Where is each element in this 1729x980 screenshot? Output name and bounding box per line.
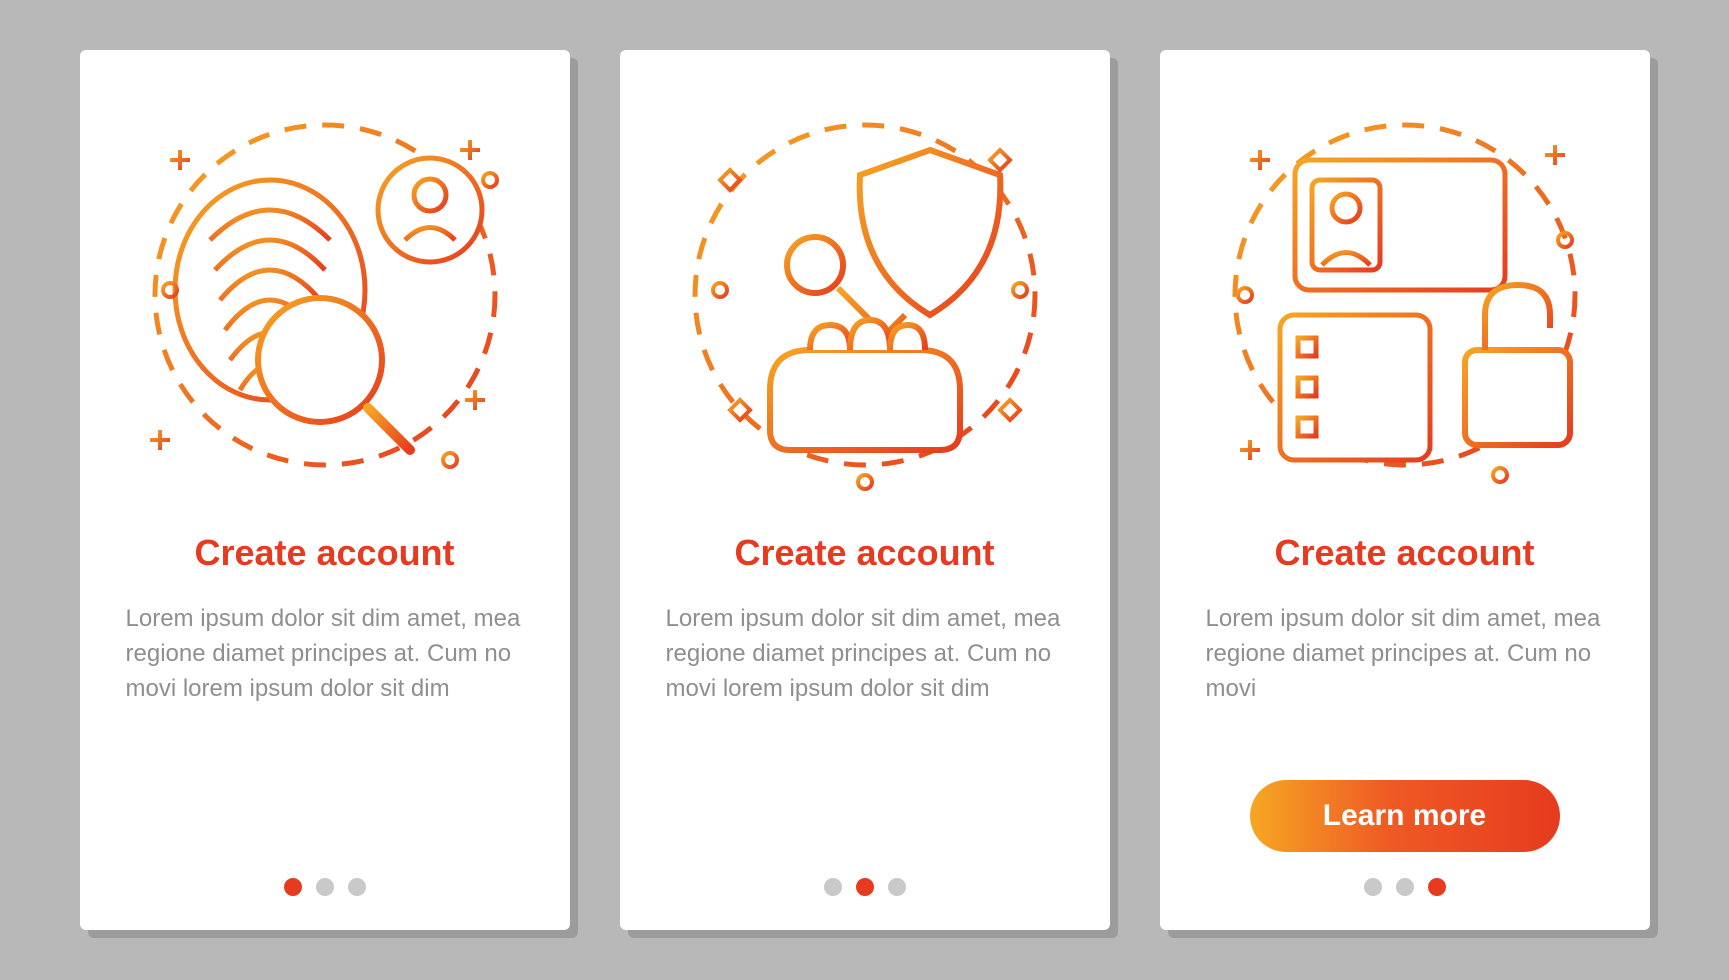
card-body: Lorem ipsum dolor sit dim amet, mea regi… xyxy=(120,602,530,706)
dot-1[interactable] xyxy=(284,878,302,896)
dot-3[interactable] xyxy=(348,878,366,896)
dot-1[interactable] xyxy=(1364,878,1382,896)
card-title: Create account xyxy=(734,532,994,574)
hand-icon xyxy=(770,320,960,450)
dot-2[interactable] xyxy=(856,878,874,896)
onboarding-card-3: Create account Lorem ipsum dolor sit dim… xyxy=(1160,50,1650,930)
dot-3[interactable] xyxy=(888,878,906,896)
dot-1[interactable] xyxy=(824,878,842,896)
dot-2[interactable] xyxy=(316,878,334,896)
security-illustration xyxy=(660,90,1070,500)
user-avatar-icon xyxy=(378,158,482,262)
card-body: Lorem ipsum dolor sit dim amet, mea regi… xyxy=(660,602,1070,706)
checklist-icon xyxy=(1280,315,1430,460)
card-body: Lorem ipsum dolor sit dim amet, mea regi… xyxy=(1200,602,1610,706)
magnifier-icon xyxy=(258,298,410,450)
dot-2[interactable] xyxy=(1396,878,1414,896)
id-card-icon xyxy=(1295,160,1505,290)
onboarding-card-2: Create account Lorem ipsum dolor sit dim… xyxy=(620,50,1110,930)
profile-illustration xyxy=(1200,90,1610,500)
identity-illustration xyxy=(120,90,530,500)
dot-3[interactable] xyxy=(1428,878,1446,896)
page-indicator xyxy=(1364,878,1446,896)
onboarding-card-1: Create account Lorem ipsum dolor sit dim… xyxy=(80,50,570,930)
page-indicator xyxy=(284,878,366,896)
learn-more-button[interactable]: Learn more xyxy=(1250,780,1560,852)
card-title: Create account xyxy=(194,532,454,574)
page-indicator xyxy=(824,878,906,896)
shield-icon xyxy=(859,150,1000,315)
card-title: Create account xyxy=(1274,532,1534,574)
unlock-icon xyxy=(1465,285,1570,445)
